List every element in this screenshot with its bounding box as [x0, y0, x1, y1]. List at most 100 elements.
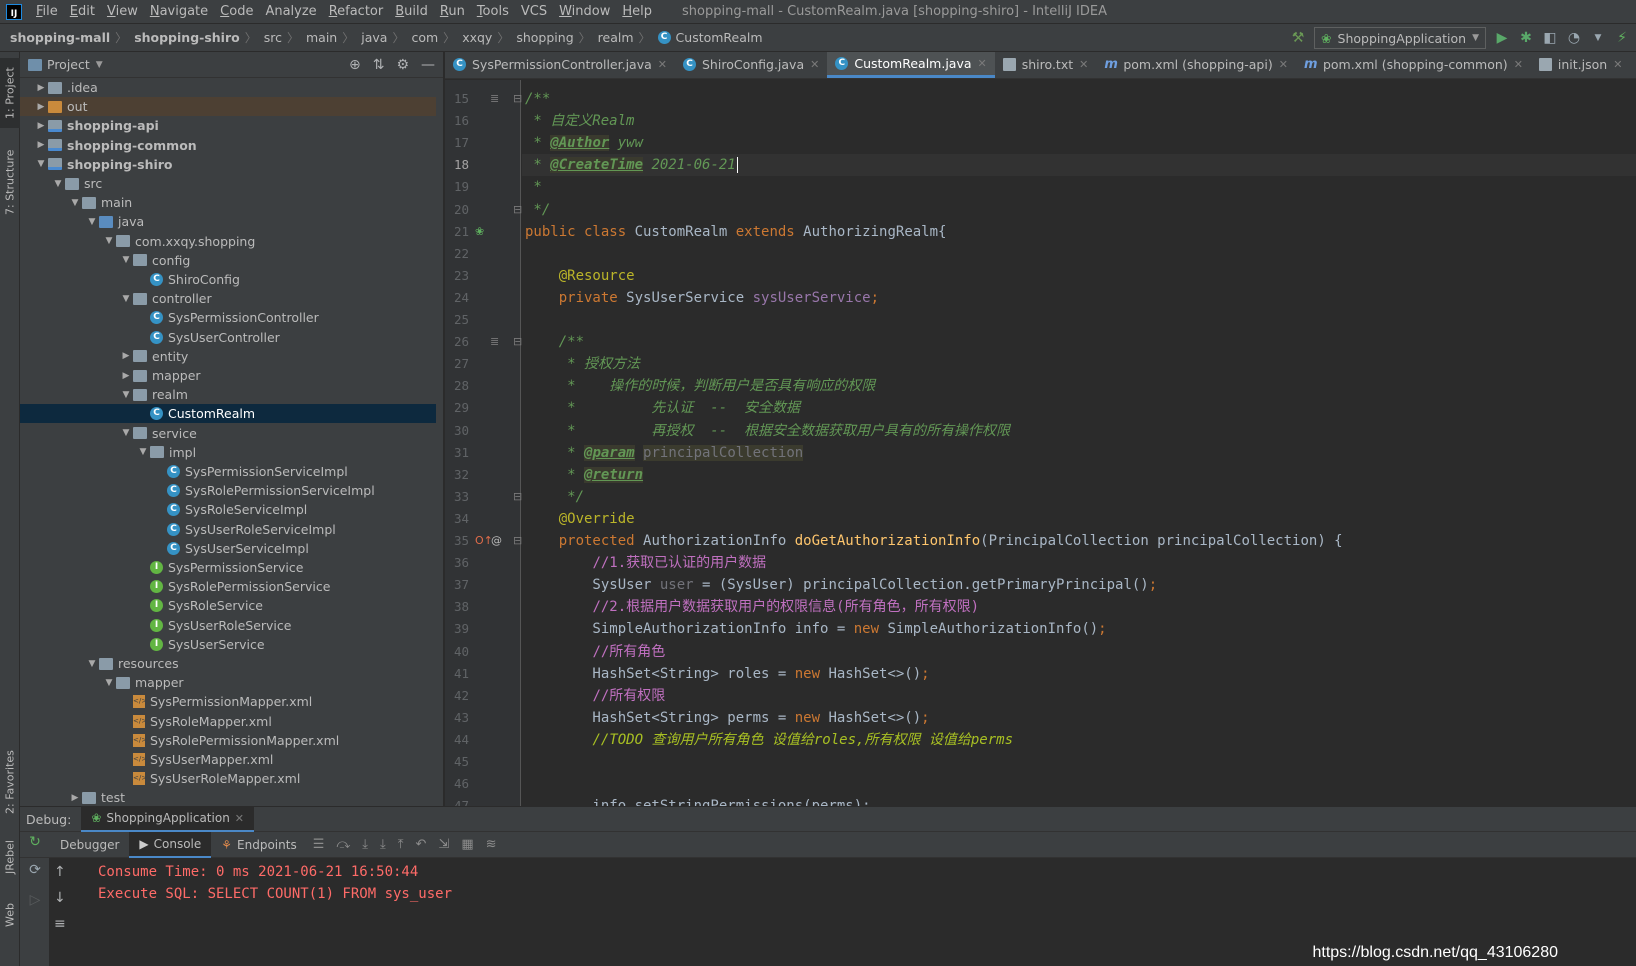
- menu-item-analyze[interactable]: Analyze: [259, 4, 322, 19]
- code-line[interactable]: HashSet<String> roles = new HashSet<>();: [522, 663, 929, 685]
- fold-icon[interactable]: ⊟: [513, 490, 522, 503]
- menu-item-tools[interactable]: Tools: [471, 4, 515, 19]
- code-line[interactable]: * @CreateTime 2021-06-21​: [522, 154, 1636, 177]
- fold-icon[interactable]: ⊟: [513, 92, 522, 105]
- step-out-icon[interactable]: ⤒: [392, 837, 410, 852]
- code-line[interactable]: */: [522, 486, 584, 508]
- code-line[interactable]: SimpleAuthorizationInfo info = new Simpl…: [522, 618, 1106, 640]
- tree-item-mapper[interactable]: ▼ mapper: [20, 673, 436, 692]
- code-line[interactable]: * @param principalCollection: [522, 442, 804, 464]
- build-hammer-icon[interactable]: ⚒: [1290, 30, 1306, 46]
- tree-item-resources[interactable]: ▼ resources: [20, 654, 436, 673]
- tree-item-entity[interactable]: ▶ entity: [20, 347, 436, 366]
- tree-item-syspermissioncontroller[interactable]: C SysPermissionController: [20, 308, 436, 327]
- menu-item-refactor[interactable]: Refactor: [323, 4, 390, 19]
- tree-item-controller[interactable]: ▼ controller: [20, 289, 436, 308]
- tree-item-main[interactable]: ▼ main: [20, 193, 436, 212]
- scroll-up-icon[interactable]: ↑: [54, 864, 66, 880]
- menu-item-edit[interactable]: Edit: [64, 4, 101, 19]
- code-line[interactable]: private SysUserService sysUserService;: [522, 287, 879, 309]
- tree-item-sysuserroleserviceimpl[interactable]: C SysUserRoleServiceImpl: [20, 520, 436, 539]
- show-execution-point-icon[interactable]: ⤼: [330, 837, 356, 852]
- coverage-icon[interactable]: ◧: [1542, 30, 1558, 46]
- tree-item-java[interactable]: ▼ java: [20, 212, 436, 231]
- tree-item-sysrolepermissionmapper-xml[interactable]: </> SysRolePermissionMapper.xml: [20, 731, 436, 750]
- collapsed-arrow-icon[interactable]: ▶: [119, 351, 133, 361]
- profile-icon[interactable]: ◔: [1566, 30, 1582, 46]
- expanded-arrow-icon[interactable]: ▼: [85, 659, 99, 669]
- tool-tab-project[interactable]: 1: Project: [0, 58, 20, 128]
- tree-item-test[interactable]: ▶ test: [20, 788, 436, 806]
- tab-debugger[interactable]: Debugger: [50, 832, 129, 858]
- code-line[interactable]: //TODO 查询用户所有角色 设值给roles,所有权限 设值给perms: [522, 729, 1013, 751]
- breadcrumb-item[interactable]: java: [357, 30, 389, 45]
- breadcrumb-item[interactable]: shopping-shiro: [130, 30, 242, 45]
- breadcrumb-item[interactable]: com: [407, 30, 440, 45]
- tree-item-realm[interactable]: ▼ realm: [20, 385, 436, 404]
- collapse-all-icon[interactable]: ⇅: [373, 57, 385, 73]
- code-editor[interactable]: /** * 自定义Realm * @Author yww * @CreateTi…: [522, 80, 1636, 806]
- rerun-icon[interactable]: ↻: [20, 834, 50, 850]
- project-view-label[interactable]: Project: [47, 57, 90, 72]
- layout-icon[interactable]: ☰: [307, 837, 331, 852]
- spring-bean-icon[interactable]: ❀: [475, 225, 484, 238]
- console-output[interactable]: ↑ ↓ ≡ Consume Time: 0 ms 2021-06-21 16:5…: [50, 858, 1636, 966]
- editor-tab[interactable]: mpom: [1630, 52, 1636, 78]
- trace-icon[interactable]: ≋: [480, 837, 503, 852]
- tool-tab-jrebel[interactable]: JRebel: [0, 832, 20, 882]
- code-line[interactable]: //2.根据用户数据获取用户的权限信息(所有角色，所有权限): [522, 596, 979, 618]
- code-line[interactable]: [522, 309, 525, 331]
- tree-item-sysusercontroller[interactable]: C SysUserController: [20, 328, 436, 347]
- fold-icon[interactable]: ⊟: [513, 203, 522, 216]
- chevron-down-icon[interactable]: ▼: [96, 60, 103, 70]
- code-line[interactable]: info.setStringPermissions(perms);: [522, 795, 870, 806]
- tree-item-src[interactable]: ▼ src: [20, 174, 436, 193]
- debug-session-tab[interactable]: ❀ ShoppingApplication ✕: [81, 806, 255, 832]
- expanded-arrow-icon[interactable]: ▼: [119, 428, 133, 438]
- code-line[interactable]: //所有权限: [522, 685, 665, 707]
- breadcrumb-item[interactable]: main: [302, 30, 339, 45]
- code-line[interactable]: [522, 773, 525, 795]
- tree-item-sysuserrolemapper-xml[interactable]: </> SysUserRoleMapper.xml: [20, 769, 436, 788]
- breadcrumb-item[interactable]: shopping-mall: [6, 30, 112, 45]
- code-line[interactable]: * @return: [522, 464, 644, 486]
- close-icon[interactable]: ✕: [658, 58, 667, 71]
- collapsed-arrow-icon[interactable]: ▶: [68, 793, 82, 803]
- code-line[interactable]: HashSet<String> perms = new HashSet<>();: [522, 707, 929, 729]
- close-icon[interactable]: ✕: [1613, 58, 1622, 71]
- tree-item-syspermissionmapper-xml[interactable]: </> SysPermissionMapper.xml: [20, 692, 436, 711]
- collapsed-arrow-icon[interactable]: ▶: [34, 140, 48, 150]
- code-line[interactable]: @Resource: [522, 265, 635, 287]
- code-line[interactable]: */: [522, 199, 550, 221]
- expanded-arrow-icon[interactable]: ▼: [119, 255, 133, 265]
- tree-item-impl[interactable]: ▼ impl: [20, 443, 436, 462]
- editor-tab[interactable]: C ShiroConfig.java ✕: [675, 52, 827, 78]
- editor-tab[interactable]: C SysPermissionController.java ✕: [445, 52, 675, 78]
- step-into-icon[interactable]: ⤓: [374, 837, 392, 852]
- close-icon[interactable]: ✕: [235, 812, 244, 825]
- fold-icon[interactable]: ⊟: [513, 534, 522, 547]
- code-line[interactable]: * 先认证 -- 安全数据: [522, 397, 800, 419]
- menu-item-file[interactable]: File: [30, 4, 64, 19]
- gear-icon[interactable]: ⚙: [396, 57, 409, 73]
- collapsed-arrow-icon[interactable]: ▶: [34, 121, 48, 131]
- rendered-doc-toggle-icon[interactable]: ≣: [490, 92, 499, 105]
- resume-icon[interactable]: ▷: [20, 892, 50, 908]
- code-line[interactable]: [522, 751, 525, 773]
- code-line[interactable]: /**: [522, 88, 550, 110]
- rendered-doc-toggle-icon[interactable]: ≣: [490, 335, 499, 348]
- run-configuration-select[interactable]: ❀ ShoppingApplication ▼: [1314, 27, 1486, 49]
- tree-item--idea[interactable]: ▶ .idea: [20, 78, 436, 97]
- code-line[interactable]: public class CustomRealm extends Authori…: [522, 221, 946, 243]
- tree-item-service[interactable]: ▼ service: [20, 424, 436, 443]
- breadcrumb-item[interactable]: C CustomRealm: [654, 30, 765, 45]
- editor-tab[interactable]: C CustomRealm.java ✕: [827, 52, 995, 78]
- menu-item-code[interactable]: Code: [214, 4, 259, 19]
- collapsed-arrow-icon[interactable]: ▶: [34, 102, 48, 112]
- expanded-arrow-icon[interactable]: ▼: [68, 198, 82, 208]
- code-line[interactable]: * 自定义Realm: [522, 110, 634, 132]
- collapsed-arrow-icon[interactable]: ▶: [119, 371, 133, 381]
- code-line[interactable]: SysUser user = (SysUser) principalCollec…: [522, 574, 1157, 596]
- more-run-options-icon[interactable]: ▼: [1590, 30, 1606, 46]
- close-icon[interactable]: ✕: [1279, 58, 1288, 71]
